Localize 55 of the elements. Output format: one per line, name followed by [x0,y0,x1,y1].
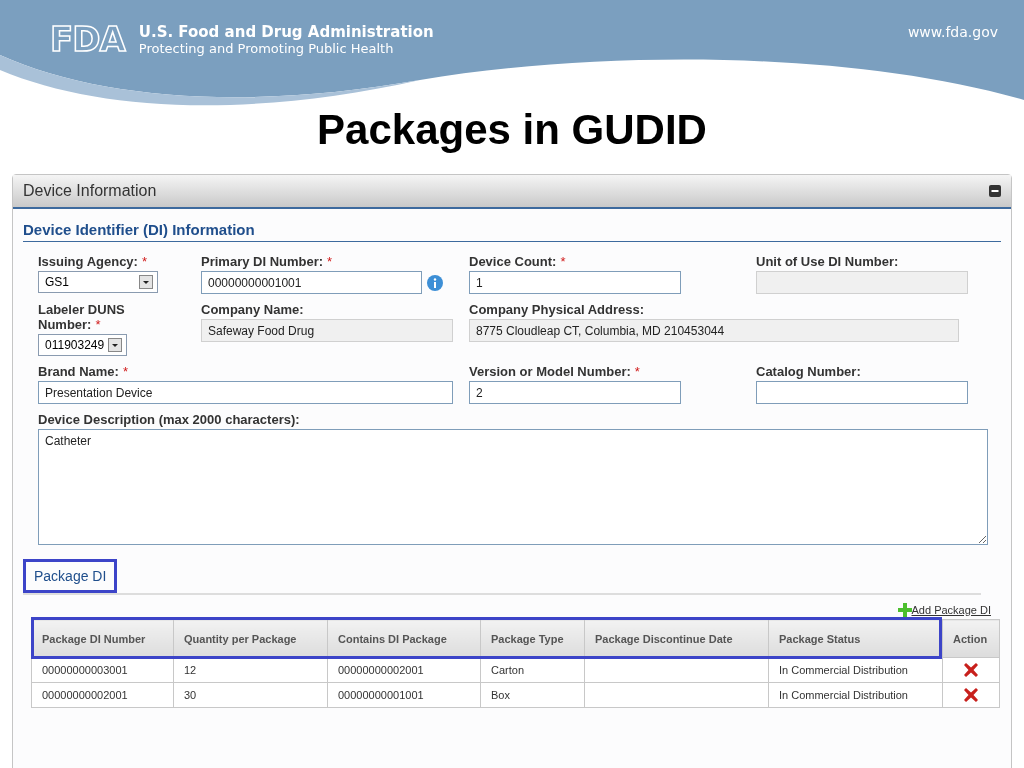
column-header: Quantity per Package [173,619,328,658]
delete-icon[interactable] [964,663,978,678]
table-cell: 00000000003001 [31,657,174,683]
field-label: Company Name: [201,302,305,317]
add-package-di-link[interactable]: Add Package DI [911,604,991,616]
caret-icon [108,338,123,352]
input-field[interactable] [756,381,968,404]
website-url: www.fda.gov [907,24,998,40]
field-label: Version or Model Number: * [469,364,641,379]
plus-icon[interactable] [897,603,912,617]
table-cell: Box [480,682,585,708]
table-cell: In Commercial Distribution [768,682,943,708]
table-cell: 00000000002001 [327,657,481,683]
info-icon[interactable] [427,274,443,291]
column-header: Package DI Number [31,619,174,658]
field-label: Brand Name: * [38,364,129,379]
input-field[interactable]: 8775 Cloudleap CT, Columbia, MD 210453044 [469,319,959,342]
table-cell: 12 [173,657,328,683]
field-label: Catalog Number: [756,364,862,379]
section-title: Device Identifier (DI) Information [23,221,1001,242]
field-label: Unit of Use DI Number: [756,254,900,269]
column-header: Package Discontinue Date [584,619,769,658]
table-cell: 00000000001001 [327,682,481,708]
fda-logo: FDA [50,22,125,56]
slide-title: Packages in GUDID [316,105,708,155]
input-field[interactable]: Safeway Food Drug [201,319,453,342]
agency-name: U.S. Food and Drug Administration [138,22,434,41]
table-cell: Carton [480,657,585,683]
input-field[interactable]: Presentation Device [38,381,453,404]
table-cell: In Commercial Distribution [768,657,943,683]
field-label: Issuing Agency: * [38,254,148,269]
package-di-tab[interactable]: Package DI [23,559,118,593]
field-label: Device Count: * [469,254,567,269]
column-header: Package Type [480,619,585,658]
panel-title: Device Information [23,182,157,200]
table-cell: 30 [173,682,328,708]
field-label: Labeler DUNS Number: * [38,302,126,332]
field-label: Device Description (max 2000 characters): [38,412,301,427]
field-label: Primary DI Number: * [201,254,334,269]
table-cell: 00000000002001 [31,682,174,708]
dropdown[interactable]: GS1 [38,271,158,293]
delete-icon[interactable] [964,688,978,703]
input-field[interactable]: 1 [469,271,681,294]
input-field[interactable] [756,271,968,294]
dropdown[interactable]: 011903249 [38,334,128,356]
text-area[interactable]: Catheter [38,429,988,545]
collapse-icon[interactable] [989,185,1001,197]
input-field[interactable]: 00000000001001 [201,271,422,294]
column-header: Contains DI Package [327,619,481,658]
column-header: Action [942,619,1000,658]
caret-icon [139,275,153,289]
input-field[interactable]: 2 [469,381,681,404]
field-label: Company Physical Address: [469,302,646,317]
agency-tagline: Protecting and Promoting Public Health [138,40,395,56]
column-header: Package Status [768,619,943,658]
